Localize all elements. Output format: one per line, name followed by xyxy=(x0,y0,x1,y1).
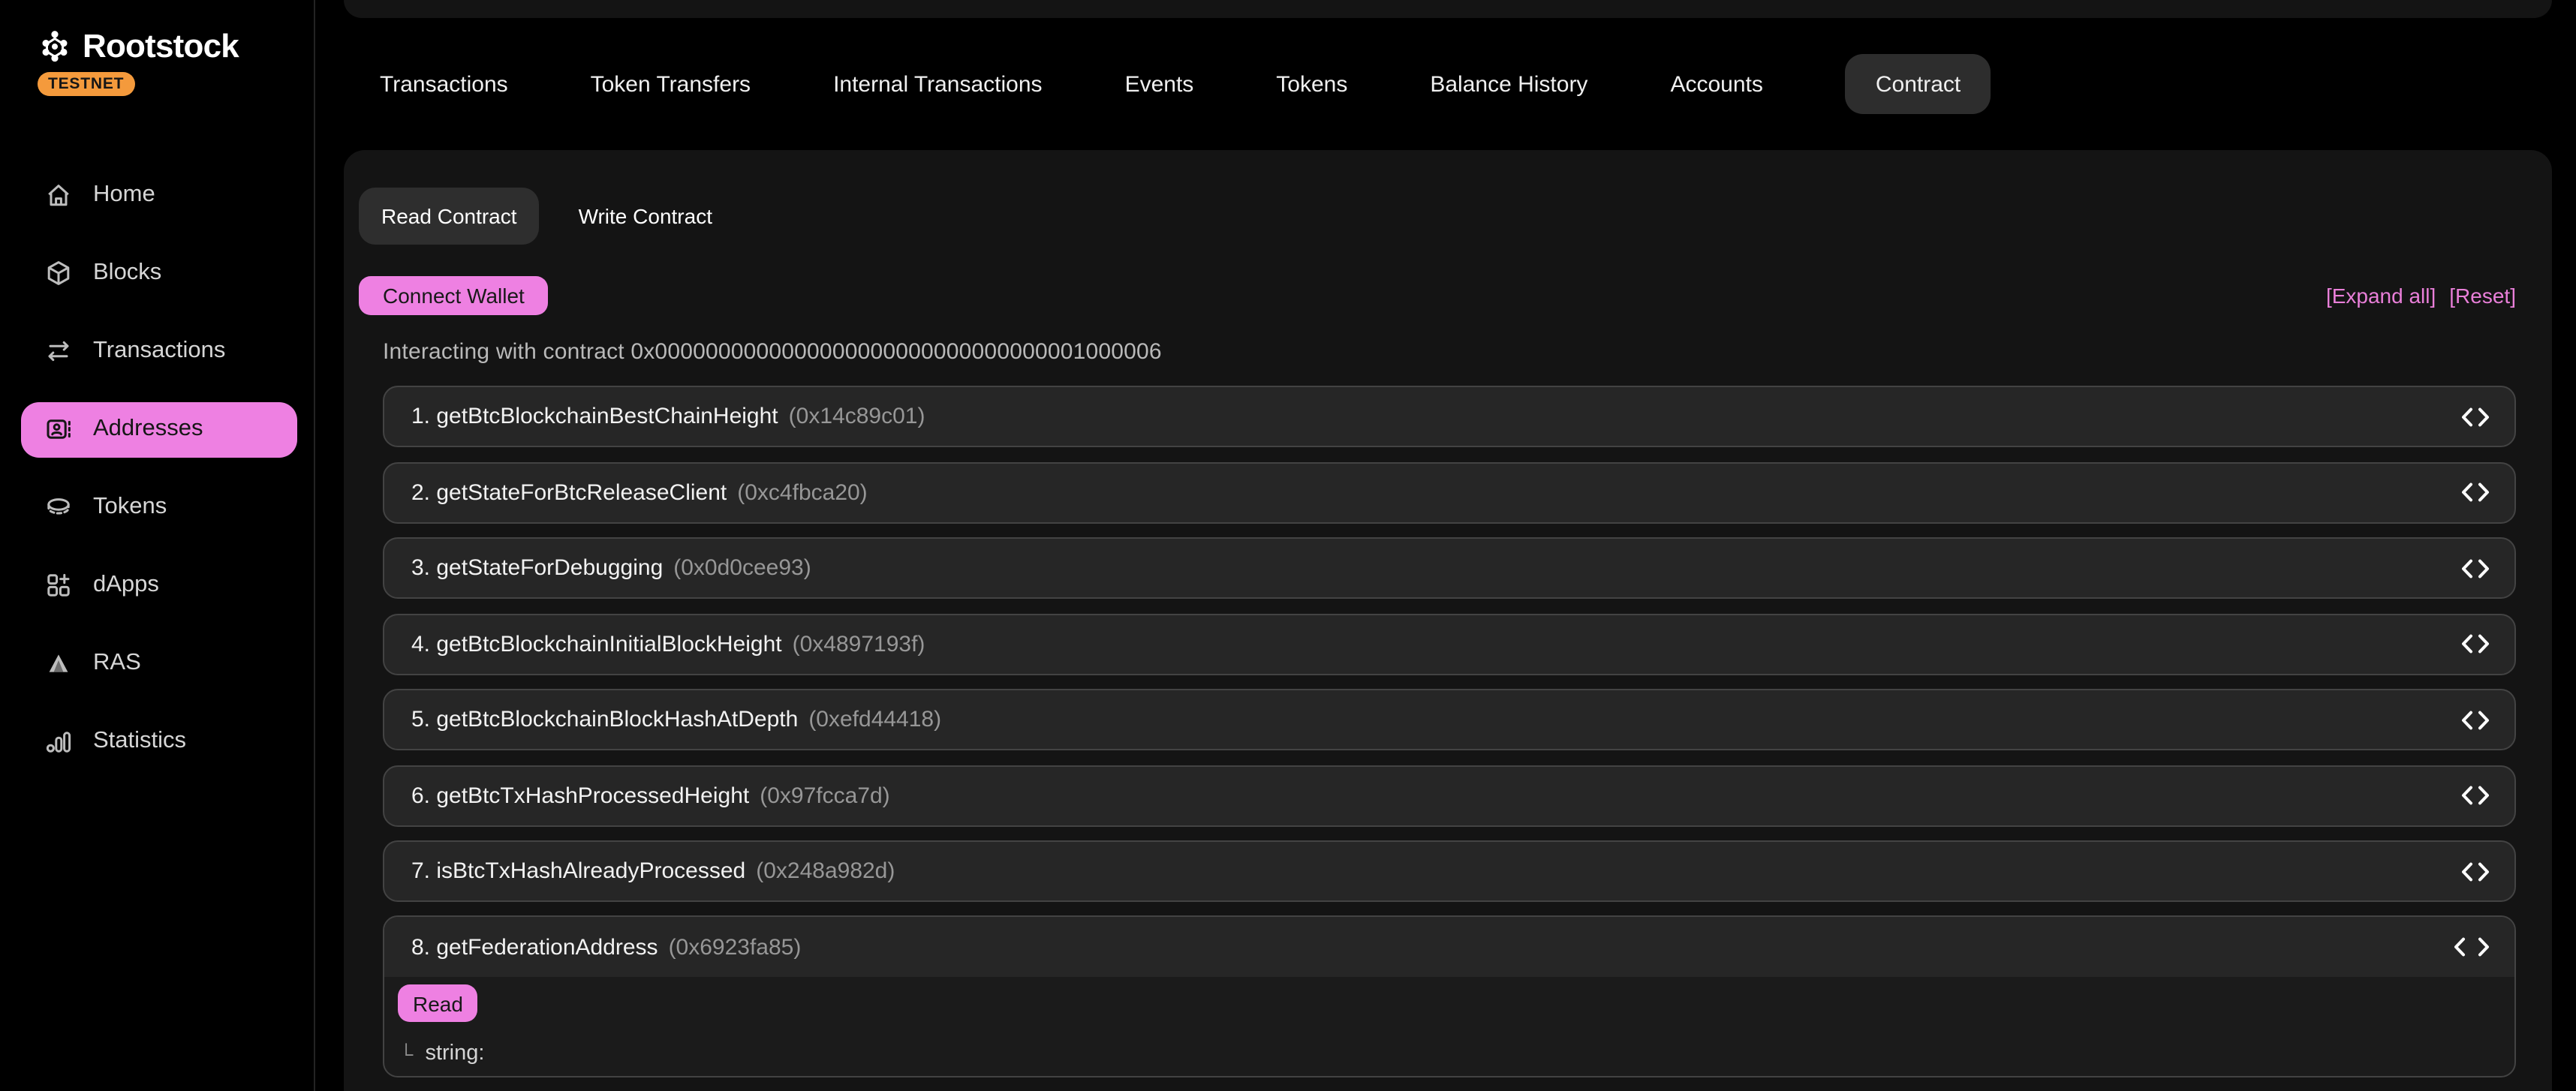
home-icon xyxy=(44,180,74,210)
sidebar-item-label: Addresses xyxy=(93,416,203,443)
function-selector: (0x6923fa85) xyxy=(669,934,802,960)
tab-internal-transactions[interactable]: Internal Transactions xyxy=(833,71,1043,97)
function-selector: (0x0d0cee93) xyxy=(673,555,811,581)
address-tabs: Transactions Token Transfers Internal Tr… xyxy=(380,54,1991,114)
sidebar: Rootstock TESTNET Home xyxy=(0,0,315,1091)
sidebar-nav: Home Blocks xyxy=(0,156,314,780)
rootstock-logo-icon xyxy=(38,29,72,64)
function-selector: (0x14c89c01) xyxy=(789,404,925,429)
contract-subtabs: Read Contract Write Contract xyxy=(359,188,712,245)
code-icon[interactable] xyxy=(2460,709,2490,730)
sidebar-item-dapps[interactable]: dApps xyxy=(0,546,314,624)
statistics-icon xyxy=(44,726,74,756)
sidebar-item-blocks[interactable]: Blocks xyxy=(0,234,314,312)
function-row-1[interactable]: 1. getBtcBlockchainBestChainHeight (0x14… xyxy=(383,386,2516,447)
result-line: └ string: xyxy=(399,1041,484,1065)
transactions-icon xyxy=(44,336,74,366)
tokens-icon xyxy=(44,492,74,522)
function-name: 7. isBtcTxHashAlreadyProcessed xyxy=(411,858,745,884)
dapps-icon xyxy=(44,570,74,600)
top-card-edge xyxy=(344,0,2552,18)
function-name: 6. getBtcTxHashProcessedHeight xyxy=(411,783,749,808)
brand-name: Rootstock xyxy=(83,27,239,66)
tab-write-contract[interactable]: Write Contract xyxy=(579,204,712,228)
function-result-area: Read └ string: xyxy=(384,977,2514,1077)
read-button[interactable]: Read xyxy=(398,984,478,1022)
function-name: 2. getStateForBtcReleaseClient xyxy=(411,479,727,505)
code-icon[interactable] xyxy=(2460,633,2490,654)
function-selector: (0x248a982d) xyxy=(756,858,895,884)
code-icon[interactable] xyxy=(2460,785,2490,806)
sidebar-item-ras[interactable]: RAS xyxy=(0,624,314,702)
sidebar-item-addresses[interactable]: Addresses xyxy=(0,390,314,468)
code-icon[interactable] xyxy=(2460,861,2490,882)
sidebar-item-statistics[interactable]: Statistics xyxy=(0,702,314,780)
function-selector: (0xefd44418) xyxy=(808,707,941,732)
function-row-2[interactable]: 2. getStateForBtcReleaseClient (0xc4fbca… xyxy=(383,461,2516,523)
sidebar-item-label: Tokens xyxy=(93,494,167,521)
sidebar-item-label: Blocks xyxy=(93,260,161,287)
tab-tokens[interactable]: Tokens xyxy=(1276,71,1347,97)
ras-icon xyxy=(44,648,74,678)
tab-token-transfers[interactable]: Token Transfers xyxy=(591,71,751,97)
code-icon[interactable] xyxy=(2460,406,2490,427)
tab-contract-active[interactable]: Contract xyxy=(1846,54,1991,114)
function-name: 4. getBtcBlockchainInitialBlockHeight xyxy=(411,631,782,657)
function-name: 8. getFederationAddress xyxy=(411,934,658,960)
addresses-icon xyxy=(44,414,74,444)
contract-card: Read Contract Write Contract Connect Wal… xyxy=(344,150,2552,1091)
tab-accounts[interactable]: Accounts xyxy=(1670,71,1762,97)
function-selector: (0x97fcca7d) xyxy=(760,783,889,808)
result-corner-icon: └ xyxy=(399,1042,413,1065)
panel-links: [Expand all] [Reset] xyxy=(2326,284,2516,308)
code-icon[interactable] xyxy=(2460,558,2490,579)
sidebar-item-label: Transactions xyxy=(93,338,225,365)
function-row-7[interactable]: 7. isBtcTxHashAlreadyProcessed (0x248a98… xyxy=(383,840,2516,902)
function-selector: (0x4897193f) xyxy=(793,631,925,657)
function-row-8[interactable]: 8. getFederationAddress (0x6923fa85) xyxy=(384,917,2514,977)
sidebar-item-label: Statistics xyxy=(93,728,186,755)
sidebar-item-home[interactable]: Home xyxy=(0,156,314,234)
code-icon-expanded[interactable] xyxy=(2453,936,2490,957)
function-name: 3. getStateForDebugging xyxy=(411,555,663,581)
connect-wallet-button[interactable]: Connect Wallet xyxy=(359,276,549,315)
function-selector: (0xc4fbca20) xyxy=(737,479,867,505)
interacting-with-contract-label: Interacting with contract 0x000000000000… xyxy=(383,339,1162,365)
sidebar-item-label: Home xyxy=(93,182,155,209)
function-name: 1. getBtcBlockchainBestChainHeight xyxy=(411,404,778,429)
expand-all-link[interactable]: [Expand all] xyxy=(2326,284,2436,308)
sidebar-item-label: dApps xyxy=(93,572,159,599)
blocks-icon xyxy=(44,258,74,288)
function-name: 5. getBtcBlockchainBlockHashAtDepth xyxy=(411,707,798,732)
testnet-badge: TESTNET xyxy=(38,72,134,96)
sidebar-item-tokens[interactable]: Tokens xyxy=(0,468,314,546)
tab-balance-history[interactable]: Balance History xyxy=(1430,71,1587,97)
sidebar-item-label: RAS xyxy=(93,650,141,677)
reset-link[interactable]: [Reset] xyxy=(2449,284,2516,308)
sidebar-item-transactions[interactable]: Transactions xyxy=(0,312,314,390)
page: Rootstock TESTNET Home xyxy=(0,0,2576,1091)
function-row-4[interactable]: 4. getBtcBlockchainInitialBlockHeight (0… xyxy=(383,613,2516,675)
function-row-5[interactable]: 5. getBtcBlockchainBlockHashAtDepth (0xe… xyxy=(383,689,2516,750)
function-row-6[interactable]: 6. getBtcTxHashProcessedHeight (0x97fcca… xyxy=(383,765,2516,826)
function-row-3[interactable]: 3. getStateForDebugging (0x0d0cee93) xyxy=(383,537,2516,599)
rootstock-logo[interactable]: Rootstock xyxy=(38,27,239,66)
tab-events[interactable]: Events xyxy=(1125,71,1194,97)
function-row-8-expanded: 8. getFederationAddress (0x6923fa85) Rea… xyxy=(383,915,2516,1077)
result-type-label: string: xyxy=(425,1041,484,1065)
tab-read-contract[interactable]: Read Contract xyxy=(359,188,540,245)
code-icon[interactable] xyxy=(2460,482,2490,503)
tab-transactions[interactable]: Transactions xyxy=(380,71,508,97)
